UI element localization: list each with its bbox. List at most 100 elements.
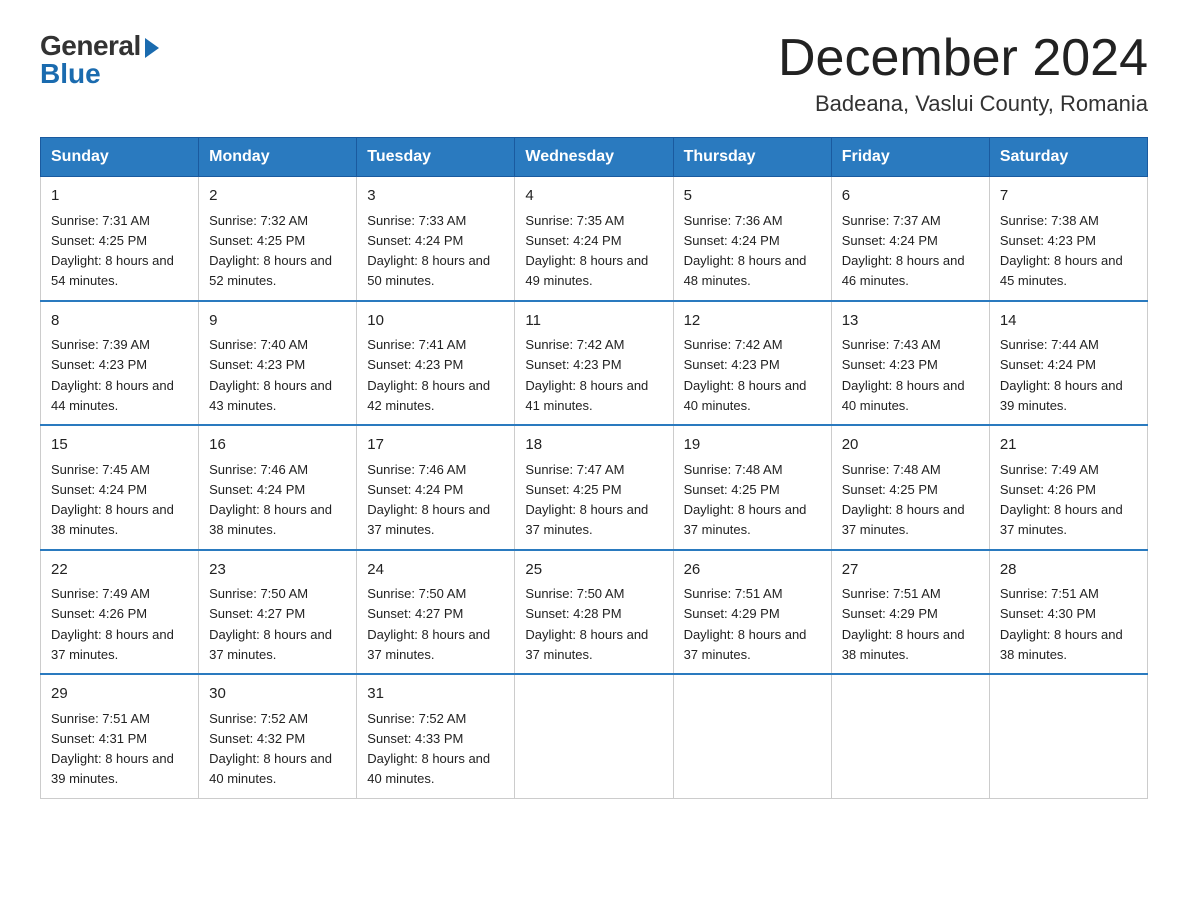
day-info: Sunrise: 7:35 AMSunset: 4:24 PMDaylight:… bbox=[525, 213, 648, 289]
day-info: Sunrise: 7:40 AMSunset: 4:23 PMDaylight:… bbox=[209, 337, 332, 413]
calendar-table: SundayMondayTuesdayWednesdayThursdayFrid… bbox=[40, 137, 1148, 799]
day-number: 8 bbox=[51, 310, 188, 333]
logo: General Blue bbox=[40, 30, 159, 90]
day-info: Sunrise: 7:50 AMSunset: 4:28 PMDaylight:… bbox=[525, 586, 648, 662]
day-number: 28 bbox=[1000, 559, 1137, 582]
calendar-cell bbox=[989, 674, 1147, 798]
day-number: 7 bbox=[1000, 185, 1137, 208]
month-title: December 2024 bbox=[778, 30, 1148, 87]
day-number: 23 bbox=[209, 559, 346, 582]
day-info: Sunrise: 7:51 AMSunset: 4:29 PMDaylight:… bbox=[842, 586, 965, 662]
day-number: 16 bbox=[209, 434, 346, 457]
day-number: 6 bbox=[842, 185, 979, 208]
day-info: Sunrise: 7:31 AMSunset: 4:25 PMDaylight:… bbox=[51, 213, 174, 289]
day-info: Sunrise: 7:49 AMSunset: 4:26 PMDaylight:… bbox=[1000, 462, 1123, 538]
calendar-cell: 11Sunrise: 7:42 AMSunset: 4:23 PMDayligh… bbox=[515, 301, 673, 426]
day-info: Sunrise: 7:38 AMSunset: 4:23 PMDaylight:… bbox=[1000, 213, 1123, 289]
column-header-friday: Friday bbox=[831, 138, 989, 177]
day-info: Sunrise: 7:51 AMSunset: 4:29 PMDaylight:… bbox=[684, 586, 807, 662]
day-info: Sunrise: 7:43 AMSunset: 4:23 PMDaylight:… bbox=[842, 337, 965, 413]
calendar-cell: 10 Sunrise: 7:41 AMSunset: 4:23 PMDayligh… bbox=[357, 301, 515, 426]
calendar-cell: 17Sunrise: 7:46 AMSunset: 4:24 PMDayligh… bbox=[357, 425, 515, 550]
calendar-week-row: 1 Sunrise: 7:31 AMSunset: 4:25 PMDaylight… bbox=[41, 177, 1148, 301]
day-number: 1 bbox=[51, 185, 188, 208]
day-info: Sunrise: 7:42 AMSunset: 4:23 PMDaylight:… bbox=[525, 337, 648, 413]
calendar-cell: 6 Sunrise: 7:37 AMSunset: 4:24 PMDaylight… bbox=[831, 177, 989, 301]
day-info: Sunrise: 7:49 AMSunset: 4:26 PMDaylight:… bbox=[51, 586, 174, 662]
day-info: Sunrise: 7:51 AMSunset: 4:30 PMDaylight:… bbox=[1000, 586, 1123, 662]
day-number: 27 bbox=[842, 559, 979, 582]
day-info: Sunrise: 7:50 AMSunset: 4:27 PMDaylight:… bbox=[367, 586, 490, 662]
column-header-sunday: Sunday bbox=[41, 138, 199, 177]
calendar-cell: 15 Sunrise: 7:45 AMSunset: 4:24 PMDayligh… bbox=[41, 425, 199, 550]
day-number: 29 bbox=[51, 683, 188, 706]
day-info: Sunrise: 7:46 AMSunset: 4:24 PMDaylight:… bbox=[367, 462, 490, 538]
day-number: 21 bbox=[1000, 434, 1137, 457]
calendar-header-row: SundayMondayTuesdayWednesdayThursdayFrid… bbox=[41, 138, 1148, 177]
calendar-cell: 18Sunrise: 7:47 AMSunset: 4:25 PMDayligh… bbox=[515, 425, 673, 550]
day-number: 24 bbox=[367, 559, 504, 582]
column-header-wednesday: Wednesday bbox=[515, 138, 673, 177]
column-header-tuesday: Tuesday bbox=[357, 138, 515, 177]
calendar-cell: 1 Sunrise: 7:31 AMSunset: 4:25 PMDaylight… bbox=[41, 177, 199, 301]
day-info: Sunrise: 7:37 AMSunset: 4:24 PMDaylight:… bbox=[842, 213, 965, 289]
column-header-saturday: Saturday bbox=[989, 138, 1147, 177]
calendar-cell bbox=[673, 674, 831, 798]
day-number: 19 bbox=[684, 434, 821, 457]
calendar-cell: 9 Sunrise: 7:40 AMSunset: 4:23 PMDaylight… bbox=[199, 301, 357, 426]
day-info: Sunrise: 7:48 AMSunset: 4:25 PMDaylight:… bbox=[842, 462, 965, 538]
day-info: Sunrise: 7:51 AMSunset: 4:31 PMDaylight:… bbox=[51, 711, 174, 787]
day-number: 26 bbox=[684, 559, 821, 582]
location-title: Badeana, Vaslui County, Romania bbox=[778, 91, 1148, 117]
calendar-cell: 5 Sunrise: 7:36 AMSunset: 4:24 PMDaylight… bbox=[673, 177, 831, 301]
day-number: 25 bbox=[525, 559, 662, 582]
day-number: 13 bbox=[842, 310, 979, 333]
day-number: 22 bbox=[51, 559, 188, 582]
calendar-week-row: 8Sunrise: 7:39 AMSunset: 4:23 PMDaylight… bbox=[41, 301, 1148, 426]
calendar-cell: 13 Sunrise: 7:43 AMSunset: 4:23 PMDayligh… bbox=[831, 301, 989, 426]
day-info: Sunrise: 7:42 AMSunset: 4:23 PMDaylight:… bbox=[684, 337, 807, 413]
day-info: Sunrise: 7:33 AMSunset: 4:24 PMDaylight:… bbox=[367, 213, 490, 289]
calendar-cell: 12 Sunrise: 7:42 AMSunset: 4:23 PMDayligh… bbox=[673, 301, 831, 426]
day-info: Sunrise: 7:46 AMSunset: 4:24 PMDaylight:… bbox=[209, 462, 332, 538]
day-info: Sunrise: 7:41 AMSunset: 4:23 PMDaylight:… bbox=[367, 337, 490, 413]
day-number: 3 bbox=[367, 185, 504, 208]
day-info: Sunrise: 7:36 AMSunset: 4:24 PMDaylight:… bbox=[684, 213, 807, 289]
day-number: 5 bbox=[684, 185, 821, 208]
day-info: Sunrise: 7:45 AMSunset: 4:24 PMDaylight:… bbox=[51, 462, 174, 538]
calendar-cell bbox=[831, 674, 989, 798]
calendar-week-row: 22 Sunrise: 7:49 AMSunset: 4:26 PMDayligh… bbox=[41, 550, 1148, 675]
column-header-thursday: Thursday bbox=[673, 138, 831, 177]
calendar-cell: 27 Sunrise: 7:51 AMSunset: 4:29 PMDayligh… bbox=[831, 550, 989, 675]
calendar-cell: 31Sunrise: 7:52 AMSunset: 4:33 PMDayligh… bbox=[357, 674, 515, 798]
calendar-cell: 19 Sunrise: 7:48 AMSunset: 4:25 PMDayligh… bbox=[673, 425, 831, 550]
day-number: 20 bbox=[842, 434, 979, 457]
day-number: 31 bbox=[367, 683, 504, 706]
calendar-cell: 7 Sunrise: 7:38 AMSunset: 4:23 PMDaylight… bbox=[989, 177, 1147, 301]
calendar-cell: 2Sunrise: 7:32 AMSunset: 4:25 PMDaylight… bbox=[199, 177, 357, 301]
day-number: 15 bbox=[51, 434, 188, 457]
day-number: 12 bbox=[684, 310, 821, 333]
calendar-cell: 24 Sunrise: 7:50 AMSunset: 4:27 PMDayligh… bbox=[357, 550, 515, 675]
calendar-week-row: 15 Sunrise: 7:45 AMSunset: 4:24 PMDayligh… bbox=[41, 425, 1148, 550]
column-header-monday: Monday bbox=[199, 138, 357, 177]
day-info: Sunrise: 7:48 AMSunset: 4:25 PMDaylight:… bbox=[684, 462, 807, 538]
calendar-cell: 22 Sunrise: 7:49 AMSunset: 4:26 PMDayligh… bbox=[41, 550, 199, 675]
calendar-week-row: 29 Sunrise: 7:51 AMSunset: 4:31 PMDayligh… bbox=[41, 674, 1148, 798]
logo-arrow-icon bbox=[145, 38, 159, 58]
day-info: Sunrise: 7:47 AMSunset: 4:25 PMDaylight:… bbox=[525, 462, 648, 538]
calendar-cell: 3 Sunrise: 7:33 AMSunset: 4:24 PMDaylight… bbox=[357, 177, 515, 301]
day-number: 9 bbox=[209, 310, 346, 333]
calendar-cell: 29 Sunrise: 7:51 AMSunset: 4:31 PMDayligh… bbox=[41, 674, 199, 798]
calendar-cell: 8Sunrise: 7:39 AMSunset: 4:23 PMDaylight… bbox=[41, 301, 199, 426]
calendar-cell bbox=[515, 674, 673, 798]
day-info: Sunrise: 7:32 AMSunset: 4:25 PMDaylight:… bbox=[209, 213, 332, 289]
day-number: 4 bbox=[525, 185, 662, 208]
day-number: 30 bbox=[209, 683, 346, 706]
day-info: Sunrise: 7:44 AMSunset: 4:24 PMDaylight:… bbox=[1000, 337, 1123, 413]
calendar-cell: 25 Sunrise: 7:50 AMSunset: 4:28 PMDayligh… bbox=[515, 550, 673, 675]
logo-blue-text: Blue bbox=[40, 58, 101, 90]
day-info: Sunrise: 7:50 AMSunset: 4:27 PMDaylight:… bbox=[209, 586, 332, 662]
calendar-cell: 20 Sunrise: 7:48 AMSunset: 4:25 PMDayligh… bbox=[831, 425, 989, 550]
day-number: 10 bbox=[367, 310, 504, 333]
